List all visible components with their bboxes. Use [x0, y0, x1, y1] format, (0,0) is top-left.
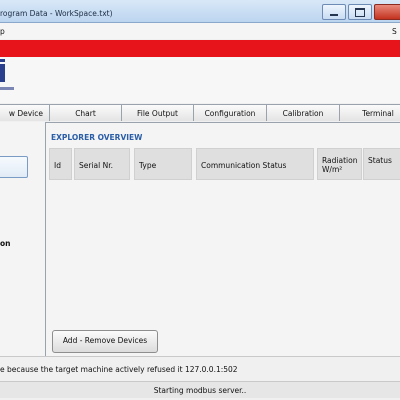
- column-header-id[interactable]: Id: [49, 148, 72, 180]
- left-panel-button[interactable]: [0, 156, 28, 178]
- tab-chart[interactable]: Chart: [49, 104, 122, 121]
- column-header-communication-status[interactable]: Communication Status: [196, 148, 314, 180]
- column-header-label: Id: [54, 161, 61, 170]
- menu-bar: p S: [0, 23, 400, 39]
- minimize-icon[interactable]: [322, 4, 346, 20]
- column-header-label: Radiation: [322, 156, 358, 165]
- status-bar: Starting modbus server..: [0, 381, 400, 398]
- logo: [0, 59, 5, 82]
- column-header-type[interactable]: Type: [134, 148, 192, 180]
- status-message: e because the target machine actively re…: [0, 365, 238, 374]
- maximize-icon[interactable]: [348, 4, 372, 20]
- tab-calibration[interactable]: Calibration: [266, 104, 340, 121]
- title-bar[interactable]: rogram Data - WorkSpace.txt): [0, 0, 400, 23]
- tab-terminal[interactable]: Terminal: [339, 104, 400, 121]
- status-bar-text: Starting modbus server..: [153, 386, 247, 395]
- logo-subtext: [0, 87, 14, 90]
- tab-bar: w Device Chart File Output Configuration…: [0, 104, 400, 122]
- status-line: e because the target machine actively re…: [0, 356, 400, 379]
- add-remove-devices-button[interactable]: Add - Remove Devices: [52, 330, 158, 353]
- window-title: rogram Data - WorkSpace.txt): [0, 9, 113, 18]
- tab-device[interactable]: w Device: [0, 104, 50, 121]
- column-header-radiation[interactable]: Radiation W/m²: [317, 148, 362, 180]
- brand-banner: [0, 40, 400, 57]
- column-header-label: Status: [368, 156, 392, 165]
- menu-item-right[interactable]: S: [392, 27, 397, 36]
- tab-file-output[interactable]: File Output: [121, 104, 194, 121]
- menu-item-help[interactable]: p: [0, 27, 5, 36]
- column-header-status[interactable]: Status: [363, 148, 400, 180]
- column-header-label: Type: [139, 161, 157, 170]
- tab-configuration[interactable]: Configuration: [193, 104, 267, 121]
- column-header-unit: W/m²: [322, 165, 343, 174]
- left-panel: on: [0, 122, 46, 356]
- close-icon[interactable]: [374, 4, 400, 20]
- explorer-title: EXPLORER OVERVIEW: [51, 133, 143, 142]
- column-header-label: Serial Nr.: [79, 161, 113, 170]
- logo-area: [0, 57, 400, 103]
- left-panel-label: on: [0, 239, 11, 248]
- column-header-label: Communication Status: [201, 161, 287, 170]
- column-header-serial[interactable]: Serial Nr.: [74, 148, 130, 180]
